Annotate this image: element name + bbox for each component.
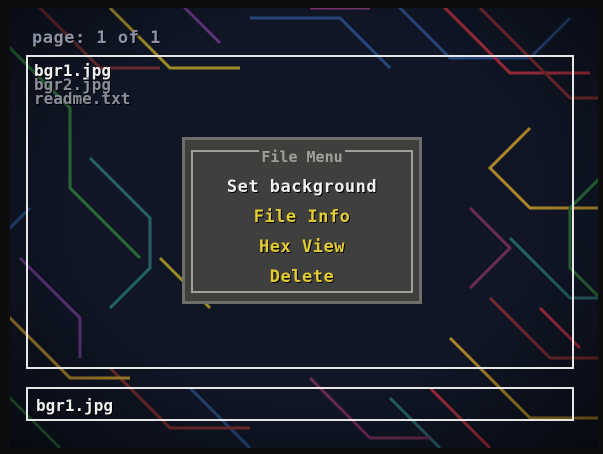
- menu-item-delete[interactable]: Delete: [193, 268, 411, 286]
- file-item-readme[interactable]: readme.txt: [34, 91, 130, 107]
- menu-item-file-info[interactable]: File Info: [193, 208, 411, 226]
- page-indicator: page: 1 of 1: [32, 28, 161, 48]
- menu-item-hex-view[interactable]: Hex View: [193, 238, 411, 256]
- menu-item-set-background[interactable]: Set background: [193, 178, 411, 196]
- status-bar: bgr1.jpg: [26, 387, 574, 421]
- file-menu-frame: File Menu Set background File Info Hex V…: [191, 148, 413, 293]
- file-menu-dialog: File Menu Set background File Info Hex V…: [182, 137, 422, 304]
- file-menu-title: File Menu: [259, 148, 345, 166]
- status-selected-file: bgr1.jpg: [36, 396, 114, 415]
